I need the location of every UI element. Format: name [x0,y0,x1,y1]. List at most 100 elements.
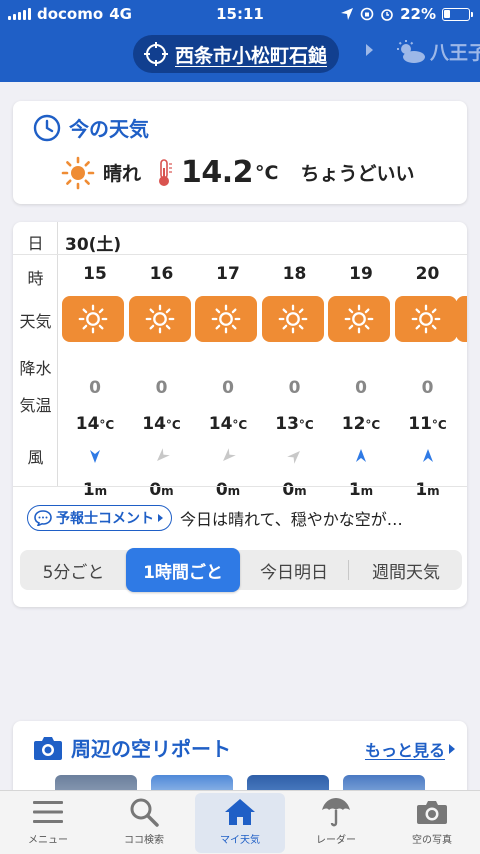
forecast-temperature-unit: °C [99,418,115,432]
forecast-wind-speed: 0m [195,480,261,500]
forecast-range-segmented-control: 5分ごと 1時間ごと 今日明日 週間天気 [20,548,462,592]
header: docomo 4G 15:11 22% 西条市小松町石鎚 八王子 [0,0,480,82]
forecast-wind-speed-value: 1 [415,480,428,500]
forecast-weather-tile [62,296,124,342]
location-selector[interactable]: 西条市小松町石鎚 [133,35,340,73]
forecast-hour: 17 [216,264,240,284]
current-feel: ちょうどいい [300,163,415,185]
wind-direction-arrow-icon [422,449,433,462]
current-weather-title: 今の天気 [69,117,149,141]
next-location-tab[interactable]: 八王子 [396,38,480,65]
sun-icon [344,304,374,334]
bottom-tab-bar: メニュー ココ検索 マイ天気 レーダー 空の写真 [0,790,480,854]
radar-umbrella-icon [322,798,350,827]
forecaster-comment-label: 予報士コメント [56,511,154,527]
location-arrow-icon [341,8,354,20]
forecast-date: 30(土) [65,235,122,255]
wind-direction-arrow-icon [286,451,300,464]
forecast-wind-speed: 1m [395,480,461,500]
current-temperature-unit: °C [255,161,279,184]
see-more-label: もっと見る [364,741,445,760]
gps-target-icon [144,42,168,66]
forecast-precipitation: 0 [421,378,434,398]
forecast-wind-speed-value: 1 [82,480,95,500]
forecaster-comment-text[interactable]: 今日は晴れて、穏やかな空が… [180,506,403,530]
see-more-link[interactable]: もっと見る [365,737,455,761]
forecast-weather-tile [195,296,257,342]
forecast-wind-speed-value: 0 [282,480,295,500]
forecast-weather-tile [128,296,191,342]
forecast-temperature-value: 12 [341,414,366,434]
next-location-arrow-icon[interactable] [366,44,373,56]
forecast-columns[interactable]: 15 0 14°C 1m 16 0 14°C 0m 17 0 14°C 0m 18 0 13°C 0m 19 0 1… [58,254,467,500]
forecast-temperature-value: 14 [208,414,233,434]
forecaster-comment-button[interactable]: 予報士コメント [27,505,172,531]
forecast-temperature: 14°C [195,414,261,434]
wind-direction-arrow-icon [356,449,366,462]
forecast-temperature: 12°C [328,414,394,434]
sun-icon [211,304,241,334]
tab-my-weather[interactable]: マイ天気 [195,793,285,853]
speech-bubble-icon [34,510,52,526]
segment-weekly[interactable]: 週間天気 [350,550,462,590]
tab-radar-label: レーダー [316,835,356,846]
tab-menu[interactable]: メニュー [3,793,93,853]
forecast-temperature: 13°C [262,414,328,434]
sky-report-title: 周辺の空リポート [71,737,231,761]
forecast-weather-tile [394,296,457,342]
sun-icon [411,304,440,334]
forecast-precipitation: 0 [89,378,101,398]
forecast-temperature: 14°C [129,414,195,434]
forecast-temperature-value: 11 [408,414,432,434]
forecast-temperature-value: 14 [142,414,166,434]
location-name: 西条市小松町石鎚 [175,44,328,67]
forecast-column: 15 0 14°C 1m [62,254,128,500]
camera-icon [34,736,62,760]
segment-5min[interactable]: 5分ごと [20,550,127,590]
forecast-precipitation: 0 [355,378,367,398]
forecast-column: 20 0 11°C 1m [394,254,461,500]
chevron-right-icon [449,744,455,754]
forecast-wind-speed-value: 0 [149,480,162,500]
forecast-column: 19 0 12°C 1m [328,254,394,500]
forecast-column: 17 0 14°C 0m [195,254,261,500]
label-weather: 天気 [19,312,52,331]
forecast-temperature-unit: °C [365,418,381,432]
segment-hourly[interactable]: 1時間ごと [126,548,240,592]
forecast-wind-speed: 0m [129,480,195,500]
chevron-right-icon [158,514,163,522]
forecast-hour: 18 [282,264,307,284]
forecast-wind-speed: 0m [262,480,328,500]
label-wind: 風 [27,448,44,467]
clock-icon [33,114,61,141]
divider [13,486,467,487]
forecast-temperature-unit: °C [165,418,181,432]
tab-search[interactable]: ココ検索 [99,793,189,853]
rotation-lock-icon [360,7,374,21]
forecast-wind-speed-value: 1 [348,480,361,500]
sun-icon [61,156,95,189]
forecast-next-column-peek [456,296,467,342]
hourly-forecast-card: 日 時 天気 降水 気温 風 30(土) 15 0 14°C 1m 16 0 14°C 0m 1… [13,222,467,607]
tab-sky-photo[interactable]: 空の写真 [387,793,477,853]
forecast-wind-speed: 1m [328,480,394,500]
segment-today-tomorrow[interactable]: 今日明日 [242,550,346,590]
home-icon [225,799,255,825]
current-temperature: 14.2 [181,155,254,190]
sun-icon [78,304,108,334]
next-location-name: 八王子 [430,42,480,64]
current-weather-card[interactable]: 今の天気 晴れ 14.2 °C ちょうどいい [13,101,467,204]
forecast-temperature: 11°C [395,414,461,434]
search-icon [130,798,159,827]
tab-my-weather-label: マイ天気 [220,835,260,846]
forecast-weather-tile [261,296,324,342]
tab-sky-photo-label: 空の写真 [412,835,452,846]
forecast-temperature-unit: °C [232,418,248,432]
forecast-hour: 15 [83,264,107,284]
forecast-row-labels: 日 時 天気 降水 気温 風 [13,222,58,486]
forecast-temperature-value: 14 [75,414,100,434]
wind-direction-arrow-icon [156,448,170,461]
sun-icon [278,304,307,334]
forecast-temperature-unit: °C [298,418,314,432]
tab-radar[interactable]: レーダー [291,793,381,853]
